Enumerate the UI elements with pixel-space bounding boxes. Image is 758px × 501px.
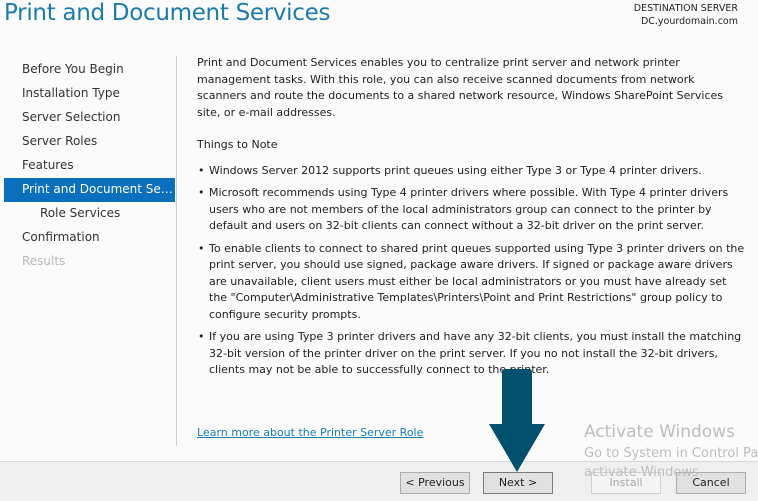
nav-item-print-and-document-services[interactable]: Print and Document Servi... [4,178,175,202]
intro-text: Print and Document Services enables you … [197,56,724,119]
note-text: Windows Server 2012 supports print queue… [209,163,702,177]
things-to-note-heading: Things to Note [197,138,278,151]
learn-more-link[interactable]: Learn more about the Printer Server Role [197,426,423,439]
note-text: Microsoft recommends using Type 4 printe… [209,186,729,232]
nav-item-server-selection[interactable]: Server Selection [4,106,175,130]
nav-item-features[interactable]: Features [4,154,175,178]
note-text: If you are using Type 3 printer drivers … [209,330,742,376]
note-text: To enable clients to connect to shared p… [209,241,745,321]
previous-button[interactable]: < Previous [400,472,470,494]
note-item: • Windows Server 2012 supports print queu… [197,163,745,180]
nav-divider [176,56,177,446]
down-arrow-icon [489,369,545,472]
note-item: • To enable clients to connect to shared … [197,241,745,324]
nav-item-before-you-begin[interactable]: Before You Begin [4,58,175,82]
nav-item-role-services[interactable]: Role Services [4,202,175,226]
bullet-icon: • [198,241,205,255]
page-title: Print and Document Services [4,0,331,26]
note-item: • If you are using Type 3 printer drivers… [197,329,745,379]
watermark-title: Activate Windows [584,422,735,442]
content-pane: Print and Document Services enables you … [197,55,745,385]
install-button: Install [591,472,661,494]
nav-item-results: Results [22,254,66,268]
cancel-button[interactable]: Cancel [676,472,746,494]
destination-server-label: DESTINATION SERVER [633,3,738,14]
bullet-icon: • [198,330,205,343]
nav-item-server-roles[interactable]: Server Roles [4,130,175,154]
destination-server: DESTINATION SERVER DC.yourdomain.com [634,2,738,28]
nav-item-confirmation[interactable]: Confirmation [4,226,175,250]
bullet-icon: • [198,186,205,199]
nav-item-installation-type[interactable]: Installation Type [4,82,175,106]
destination-server-value: DC.yourdomain.com [640,16,738,27]
wizard-nav: Before You Begin Installation Type Serve… [4,58,175,274]
notes-list: • Windows Server 2012 supports print queu… [197,163,745,379]
next-button[interactable]: Next > [483,472,553,494]
bullet-icon: • [198,163,205,177]
note-item: • Microsoft recommends using Type 4 print… [197,185,745,235]
